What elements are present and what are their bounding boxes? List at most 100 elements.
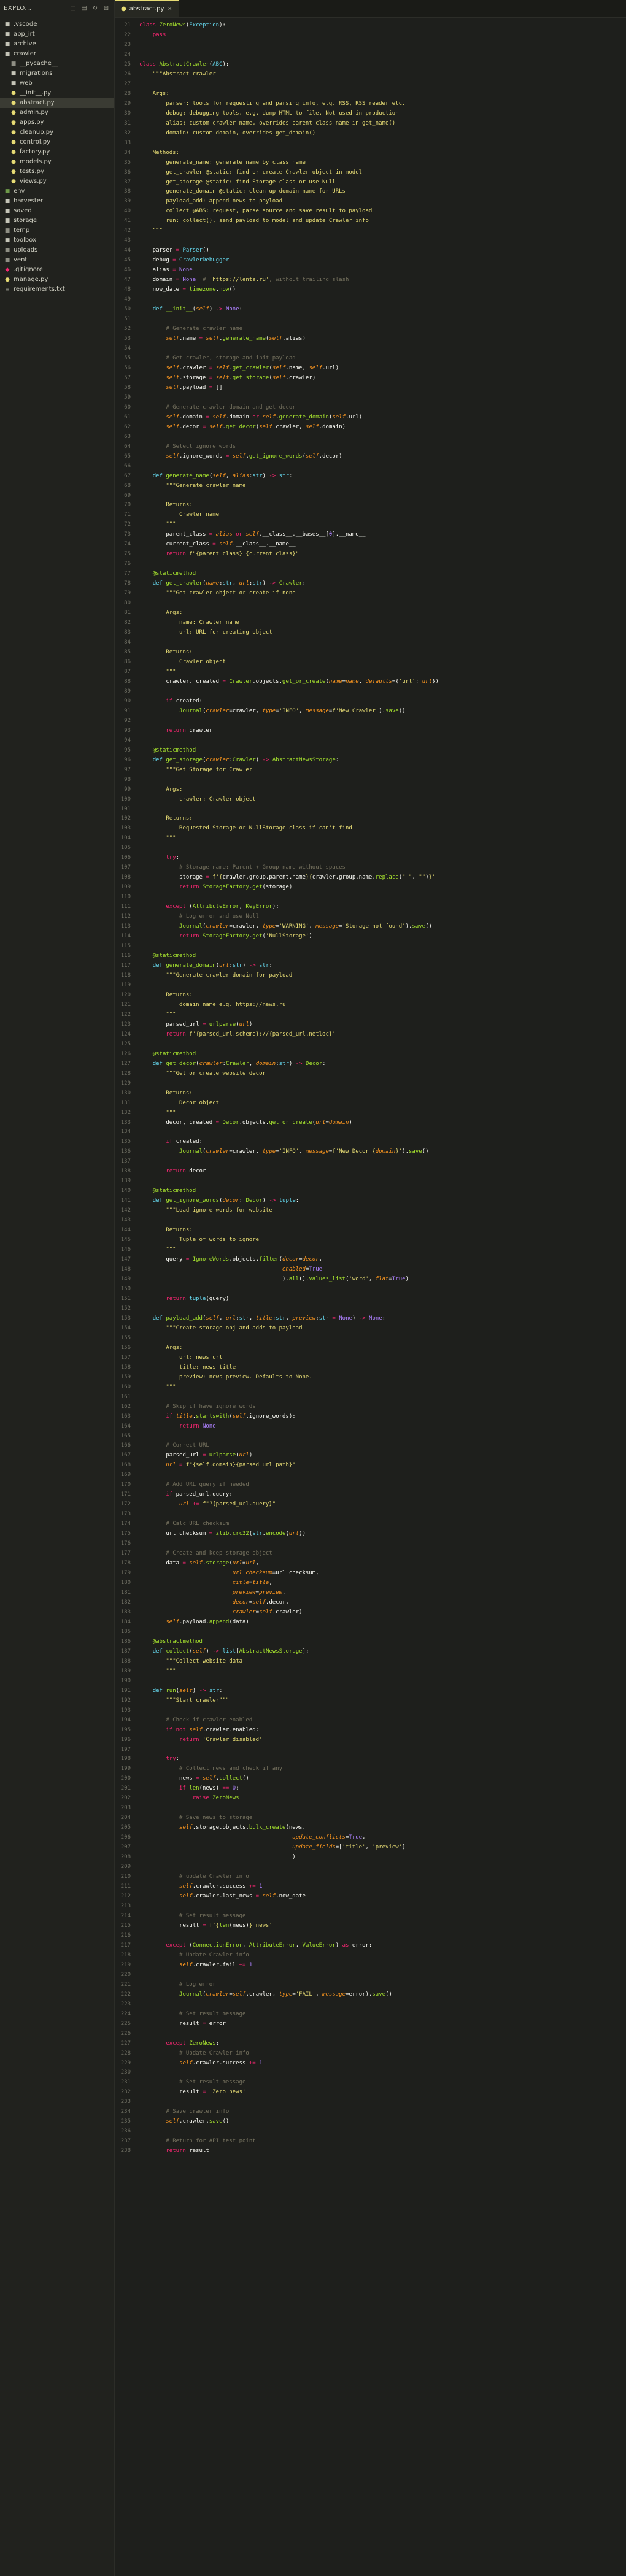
- code-text: # Save news to storage: [179, 1815, 253, 1821]
- file-tree-item[interactable]: ■ web: [0, 79, 114, 88]
- file-tree-item[interactable]: ■ archive: [0, 39, 114, 49]
- line-number: 152: [120, 1305, 131, 1312]
- line-number: 154: [120, 1325, 131, 1331]
- file-tree-item[interactable]: ■ migrations: [0, 69, 114, 79]
- code-text: # Collect news and check if any: [179, 1766, 283, 1772]
- file-tree-label: temp: [14, 227, 30, 234]
- code-line: 164 return None: [115, 1422, 626, 1432]
- file-tree-label: models.py: [20, 158, 52, 165]
- close-icon[interactable]: ×: [167, 6, 172, 12]
- file-tree-item[interactable]: ■ temp: [0, 226, 114, 236]
- file-tree-item[interactable]: ■ vent: [0, 255, 114, 265]
- file-tree-item[interactable]: ■ env: [0, 186, 114, 196]
- file-tree-item[interactable]: ● apps.py: [0, 118, 114, 128]
- line-number: 48: [124, 286, 131, 293]
- line-number: 33: [124, 139, 131, 146]
- new-folder-icon[interactable]: ▤: [80, 5, 88, 12]
- line-number: 72: [124, 521, 131, 528]
- file-tree-item[interactable]: ● models.py: [0, 157, 114, 167]
- code-text: """Abstract crawler: [152, 71, 216, 77]
- code-line: 174 # Calc URL checksum: [115, 1520, 626, 1529]
- file-tree-item[interactable]: ● tests.py: [0, 167, 114, 177]
- file-tree-item[interactable]: ■ uploads: [0, 245, 114, 255]
- refresh-icon[interactable]: ↻: [91, 5, 99, 12]
- code-text: # Set result message: [179, 1912, 246, 1919]
- code-text: Crawler object: [139, 658, 226, 665]
- file-tree-item[interactable]: ■ crawler: [0, 49, 114, 59]
- file-tree-item[interactable]: ● admin.py: [0, 108, 114, 118]
- line-number: 198: [120, 1756, 131, 1763]
- file-tree-item[interactable]: ■ toolbox: [0, 236, 114, 245]
- code-line: 178 data = self.storage(url=url,: [115, 1559, 626, 1569]
- code-text: # update Crawler info: [179, 1874, 249, 1880]
- line-number: 133: [120, 1119, 131, 1126]
- line-number: 140: [120, 1188, 131, 1194]
- file-tree-item[interactable]: ◆ .gitignore: [0, 265, 114, 275]
- line-number: 119: [120, 982, 131, 988]
- file-tree-item[interactable]: ● cleanup.py: [0, 128, 114, 137]
- line-number: 148: [120, 1266, 131, 1273]
- folder-icon: ■: [10, 80, 17, 87]
- code-text: get_storage @static: find Storage class …: [139, 179, 336, 185]
- code-line: 73 parent_class = alias or self.__class_…: [115, 530, 626, 540]
- code-line: 149 ).all().values_list('word', flat=Tru…: [115, 1275, 626, 1285]
- code-text: class AbstractCrawler(ABC):: [139, 61, 230, 67]
- file-tree-item[interactable]: ● control.py: [0, 137, 114, 147]
- file-tree-item[interactable]: ■ saved: [0, 206, 114, 216]
- file-tree-item[interactable]: ■ app_irt: [0, 29, 114, 39]
- line-number: 87: [124, 668, 131, 675]
- code-text: except ZeroNews:: [166, 2040, 220, 2047]
- code-line: 181 preview=preview,: [115, 1588, 626, 1598]
- code-line: 128 """Get or create website decor: [115, 1069, 626, 1079]
- code-area[interactable]: 21 class ZeroNews(Exception): 22 pass 23 24 2…: [115, 21, 626, 2156]
- code-line: 60 # Generate crawler domain and get dec…: [115, 403, 626, 413]
- code-line: 57 self.storage = self.get_storage(self.…: [115, 374, 626, 383]
- code-text: self.ignore_words = self.get_ignore_word…: [166, 453, 342, 459]
- line-number: 183: [120, 1609, 131, 1615]
- line-number: 29: [124, 100, 131, 107]
- new-file-icon[interactable]: □: [69, 5, 77, 12]
- code-text: self.decor = self.get_decor(self.crawler…: [166, 423, 346, 430]
- code-line: 218 # Update Crawler info: [115, 1951, 626, 1961]
- tab-abstract-py[interactable]: ● abstract.py ×: [115, 0, 179, 17]
- tab-label: abstract.py: [129, 6, 164, 12]
- code-line: 98: [115, 775, 626, 785]
- line-number: 126: [120, 1050, 131, 1057]
- folder-icon: ■: [4, 257, 10, 263]
- file-tree-item[interactable]: ■ .vscode: [0, 20, 114, 29]
- code-text: return decor: [166, 1168, 206, 1175]
- code-line: 38 generate_domain @static: clean up dom…: [115, 187, 626, 197]
- code-text: storage = f'{crawler.group.parent.name}{…: [139, 874, 436, 881]
- code-line: 230: [115, 2068, 626, 2078]
- file-tree-item[interactable]: ≡ requirements.txt: [0, 285, 114, 294]
- line-number: 98: [124, 776, 131, 783]
- file-tree-label: admin.py: [20, 109, 48, 116]
- file-tree-item[interactable]: ● abstract.py: [0, 98, 114, 108]
- line-number: 106: [120, 855, 131, 861]
- file-tree-item[interactable]: ● factory.py: [0, 147, 114, 157]
- code-line: 107 # Storage name: Parent + Group name …: [115, 863, 626, 873]
- line-number: 178: [120, 1560, 131, 1567]
- collapse-icon[interactable]: ⊟: [102, 5, 110, 12]
- code-line: 189 """: [115, 1667, 626, 1677]
- code-line: 26 """Abstract crawler: [115, 70, 626, 80]
- code-text: def get_decor(crawler:Crawler, domain:st…: [152, 1060, 326, 1067]
- file-tree-item[interactable]: ■ harvester: [0, 196, 114, 206]
- line-number: 105: [120, 845, 131, 852]
- python-file-icon: ●: [11, 90, 16, 96]
- file-tree-item[interactable]: ● manage.py: [0, 275, 114, 285]
- file-tree-item[interactable]: ■ storage: [0, 216, 114, 226]
- file-tree-item[interactable]: ■ __pycache__: [0, 59, 114, 69]
- line-number: 129: [120, 1080, 131, 1086]
- line-number: 110: [120, 894, 131, 901]
- code-line: 221 # Log error: [115, 1980, 626, 1990]
- code-text: url_checksum=url_checksum,: [232, 1570, 319, 1577]
- file-tree-item[interactable]: ● __init__.py: [0, 88, 114, 98]
- file-tree-item[interactable]: ● views.py: [0, 177, 114, 186]
